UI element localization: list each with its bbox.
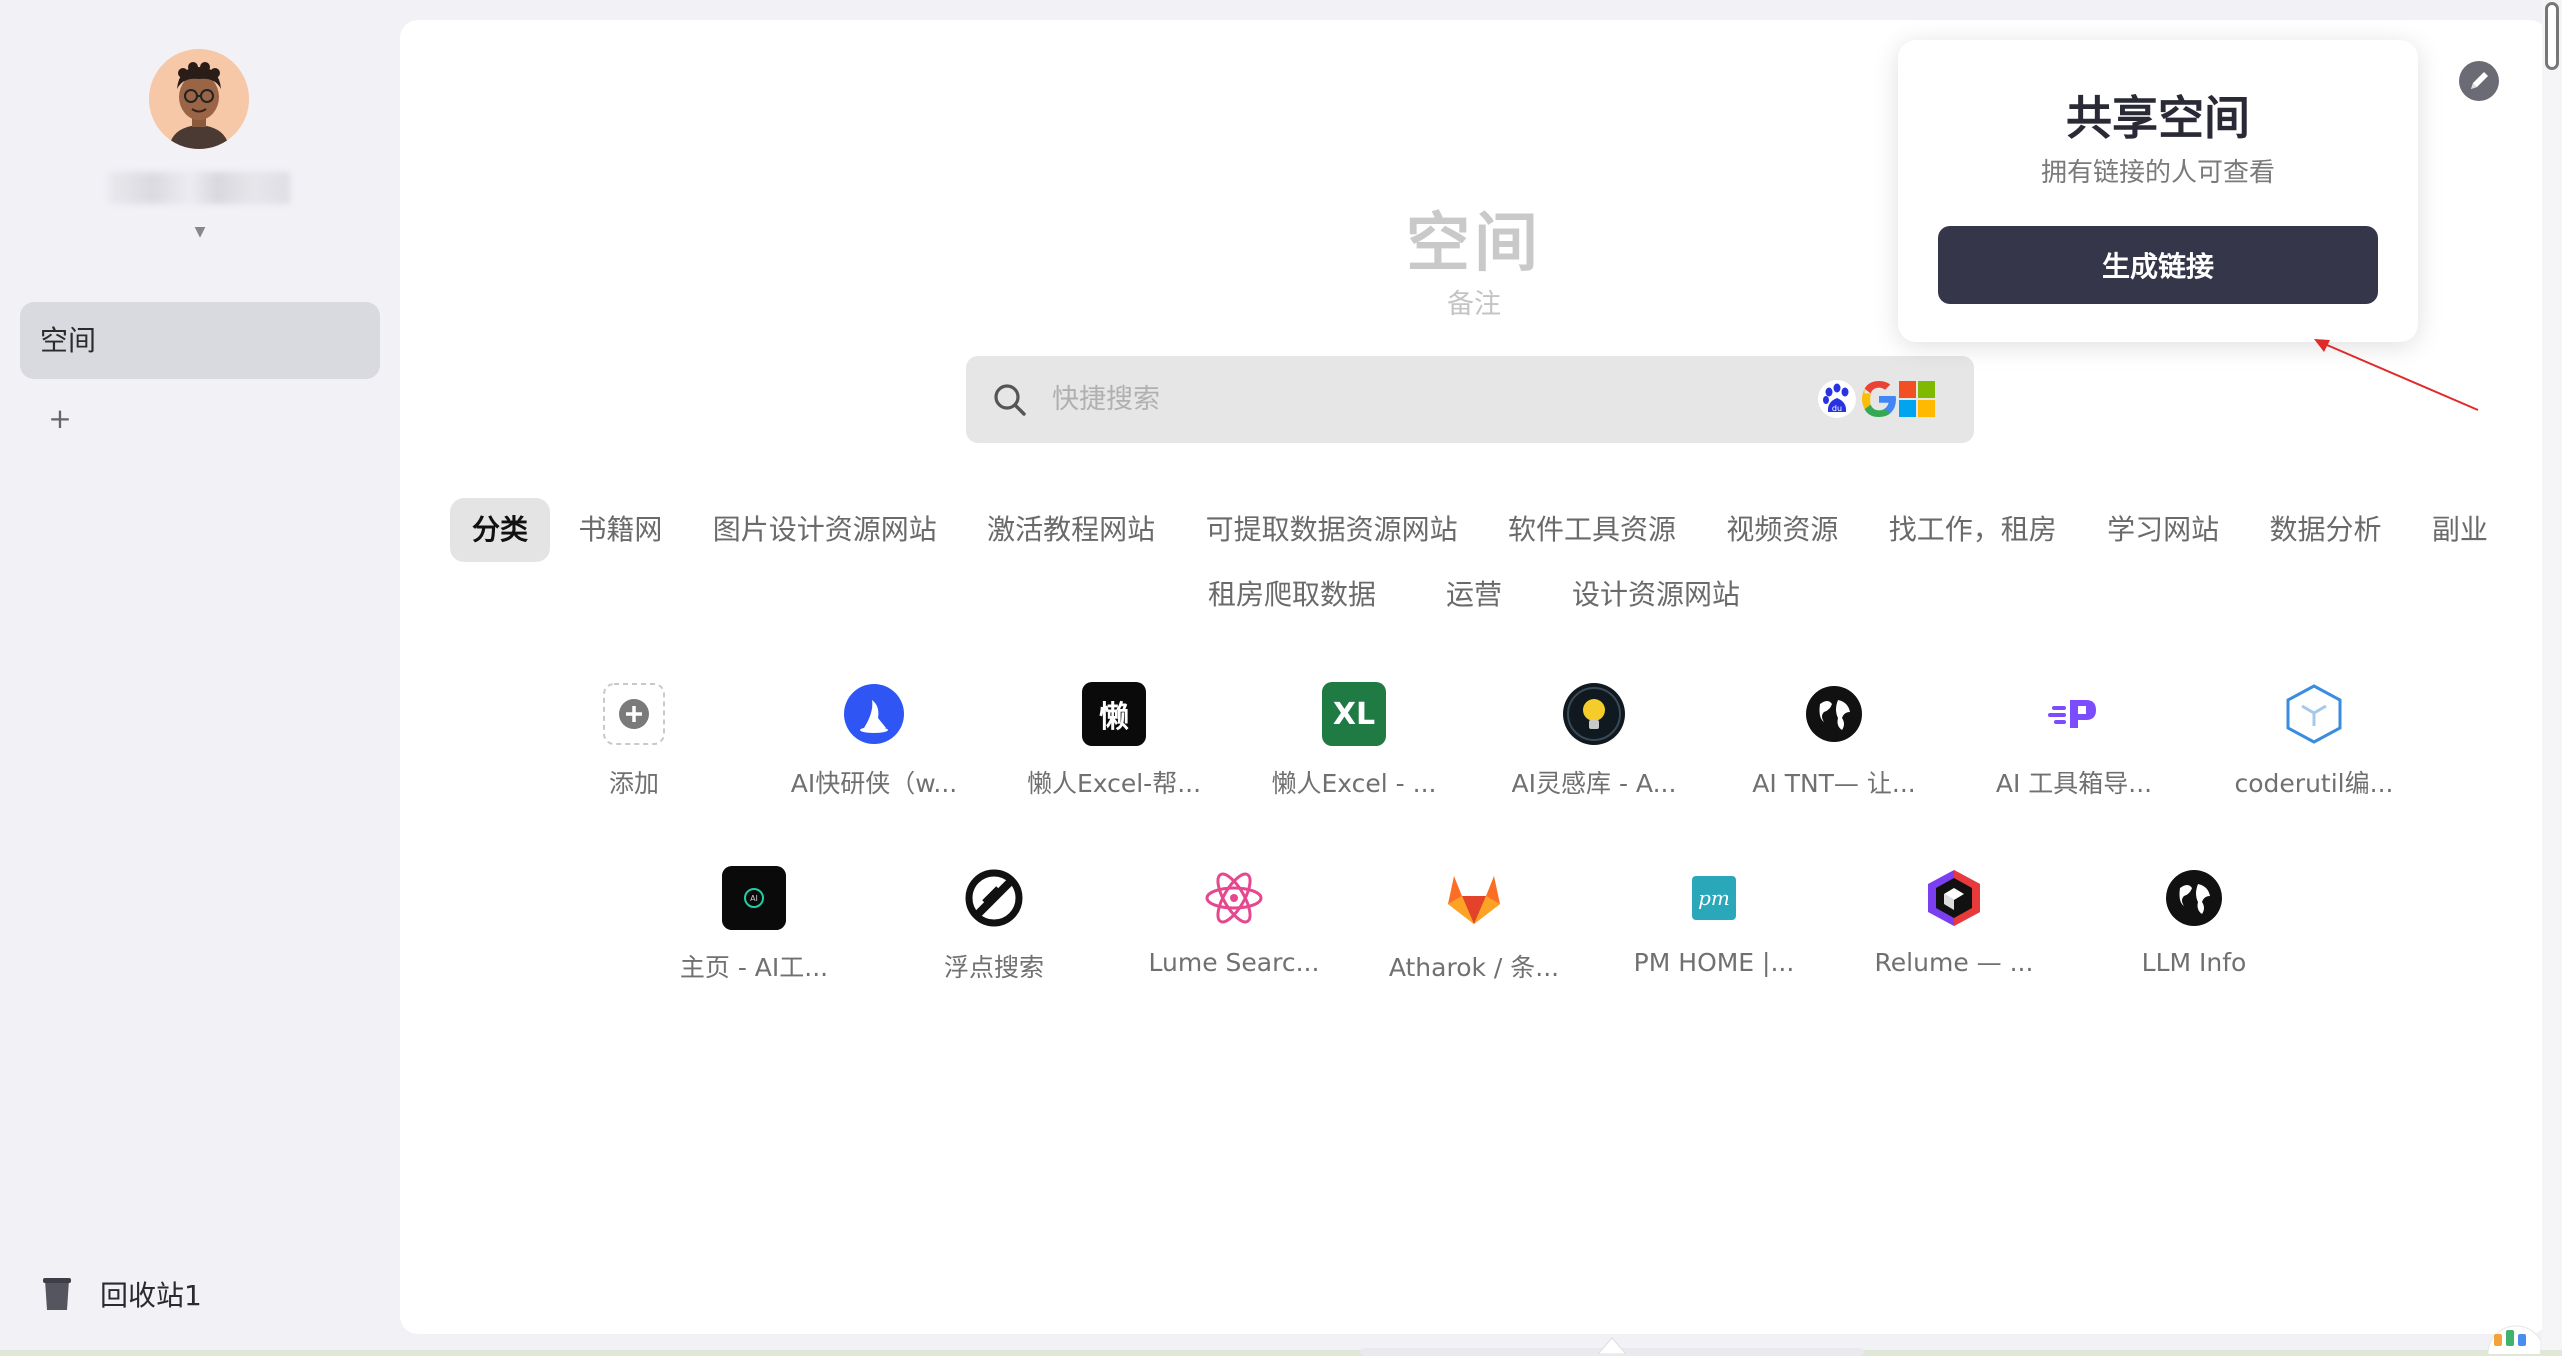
avatar-illustration — [149, 49, 249, 149]
svg-text:AI: AI — [750, 894, 758, 903]
app-label: coderutil编... — [2234, 769, 2394, 798]
app-lanren-excel[interactable]: XL 懒人Excel - ... — [1234, 682, 1474, 812]
app-label: 主页 - AI工... — [679, 953, 829, 982]
generate-link-button[interactable]: 生成链接 — [1938, 226, 2378, 304]
trash-label: 回收站1 — [100, 1279, 202, 1312]
app-label: Relume — ... — [1874, 948, 2034, 977]
app-ai-tnt[interactable]: AI TNT— 让... — [1714, 682, 1954, 812]
app-label: LLM Info — [2141, 948, 2247, 977]
corner-app-badge-icon[interactable] — [2476, 1320, 2540, 1354]
app-label: AI 工具箱导... — [1995, 769, 2153, 798]
tab-data-analysis[interactable]: 数据分析 — [2248, 498, 2404, 562]
tab-operations[interactable]: 运营 — [1424, 563, 1524, 627]
app-label: 懒人Excel - ... — [1271, 769, 1437, 798]
search-bar: du — [966, 356, 1974, 443]
category-tabs-row1: 分类 书籍网 图片设计资源网站 激活教程网站 可提取数据资源网站 软件工具资源 … — [450, 498, 2510, 562]
app-coderutil[interactable]: coderutil编... — [2194, 682, 2434, 812]
baidu-paw-icon[interactable]: du — [1818, 380, 1856, 418]
ai-kuaiyanxia-icon — [842, 682, 906, 746]
app-lanren-excel-help[interactable]: 懒 懒人Excel-帮... — [994, 682, 1234, 812]
search-icon[interactable] — [992, 382, 1028, 418]
bottom-strip — [0, 1350, 2562, 1356]
tab-side-business[interactable]: 副业 — [2410, 498, 2510, 562]
tab-image-design[interactable]: 图片设计资源网站 — [691, 498, 959, 562]
windows-icon[interactable] — [1898, 380, 1936, 418]
fudian-slash-icon — [962, 866, 1026, 930]
edit-pencil-icon[interactable] — [2458, 60, 2500, 102]
user-menu-caret-icon[interactable]: ▼ — [192, 224, 208, 240]
add-space-button[interactable]: + — [46, 405, 74, 433]
ai-toolbox-icon — [2042, 682, 2106, 746]
sidebar-item-trash[interactable]: 回收站1 — [40, 1272, 202, 1316]
app-ai-inspiration[interactable]: AI灵感库 - A... — [1474, 682, 1714, 812]
sidebar: ▼ 空间 + 回收站1 — [0, 0, 398, 1356]
share-space-popup: 共享空间 拥有链接的人可查看 生成链接 — [1898, 40, 2418, 342]
category-tabs-row2: 租房爬取数据 运营 设计资源网站 — [400, 563, 2548, 627]
tab-jobs-rent[interactable]: 找工作，租房 — [1867, 498, 2079, 562]
tab-rent-crawl-data[interactable]: 租房爬取数据 — [1186, 563, 1398, 627]
app-grid-row1: 添加 AI快研侠（w... 懒 懒人Excel-帮... XL 懒人Excel … — [400, 682, 2548, 812]
add-icon — [602, 682, 666, 746]
google-icon[interactable] — [1858, 378, 1900, 420]
popup-title: 共享空间 — [2066, 91, 2250, 145]
app-label: AI灵感库 - A... — [1511, 769, 1677, 798]
app-relume[interactable]: Relume — ... — [1834, 866, 2074, 996]
tab-books[interactable]: 书籍网 — [556, 498, 684, 562]
svg-text:du: du — [1832, 404, 1842, 413]
gitlab-icon — [1442, 866, 1506, 930]
atom-icon — [1202, 866, 1266, 930]
app-label: 浮点搜索 — [943, 953, 1044, 982]
app-ai-toolbox[interactable]: AI 工具箱导... — [1954, 682, 2194, 812]
excel-xl-icon: XL — [1322, 682, 1386, 746]
app-label: Lume Searc... — [1148, 948, 1320, 977]
sidebar-item-space[interactable]: 空间 — [20, 302, 380, 379]
scrollbar-track[interactable] — [2542, 0, 2562, 1356]
pm-icon: pm — [1682, 866, 1746, 930]
coderutil-cube-icon — [2282, 682, 2346, 746]
trash-icon — [43, 1278, 71, 1310]
dock-caret-up-icon[interactable] — [1598, 1336, 1626, 1354]
tab-learning[interactable]: 学习网站 — [2085, 498, 2241, 562]
app-label: Atharok / 条... — [1388, 953, 1560, 982]
app-pm-home[interactable]: pm PM HOME |... — [1594, 866, 1834, 996]
app-llm-info[interactable]: LLM Info — [2074, 866, 2314, 996]
popup-subtitle: 拥有链接的人可查看 — [2040, 158, 2275, 188]
tab-category[interactable]: 分类 — [450, 498, 551, 562]
app-ai-tool-home[interactable]: AI 主页 - AI工... — [634, 866, 874, 996]
lanren-icon: 懒 — [1082, 682, 1146, 746]
ai-tool-black-icon: AI — [722, 866, 786, 930]
tab-software-tools[interactable]: 软件工具资源 — [1486, 498, 1698, 562]
app-atharok[interactable]: Atharok / 条... — [1354, 866, 1594, 996]
app-label: AI TNT— 让... — [1752, 769, 1916, 798]
app-label: AI快研侠（w... — [790, 769, 958, 798]
annotation-arrow — [2314, 339, 2479, 411]
app-grid-row2: AI 主页 - AI工... 浮点搜索 Lume Searc... Atharo… — [400, 866, 2548, 996]
app-add[interactable]: 添加 — [514, 682, 754, 812]
tab-data-resources[interactable]: 可提取数据资源网站 — [1184, 498, 1480, 562]
globe-icon — [1802, 682, 1866, 746]
user-avatar[interactable] — [149, 49, 249, 149]
app-label: PM HOME |... — [1633, 948, 1795, 977]
lightbulb-icon — [1562, 682, 1626, 746]
app-lume-search[interactable]: Lume Searc... — [1114, 866, 1354, 996]
tab-activation-tutorials[interactable]: 激活教程网站 — [965, 498, 1177, 562]
search-input[interactable] — [1052, 356, 1772, 443]
tab-design-resources[interactable]: 设计资源网站 — [1550, 563, 1762, 627]
app-fudian-search[interactable]: 浮点搜索 — [874, 866, 1114, 996]
app-ai-kuaiyanxia[interactable]: AI快研侠（w... — [754, 682, 994, 812]
app-label: 懒人Excel-帮... — [1026, 769, 1202, 798]
username-blurred — [108, 172, 290, 204]
app-label: 添加 — [608, 769, 659, 798]
tab-video[interactable]: 视频资源 — [1704, 498, 1860, 562]
relume-cube-icon — [1922, 866, 1986, 930]
scrollbar-thumb[interactable] — [2545, 2, 2559, 70]
globe-icon — [2162, 866, 2226, 930]
